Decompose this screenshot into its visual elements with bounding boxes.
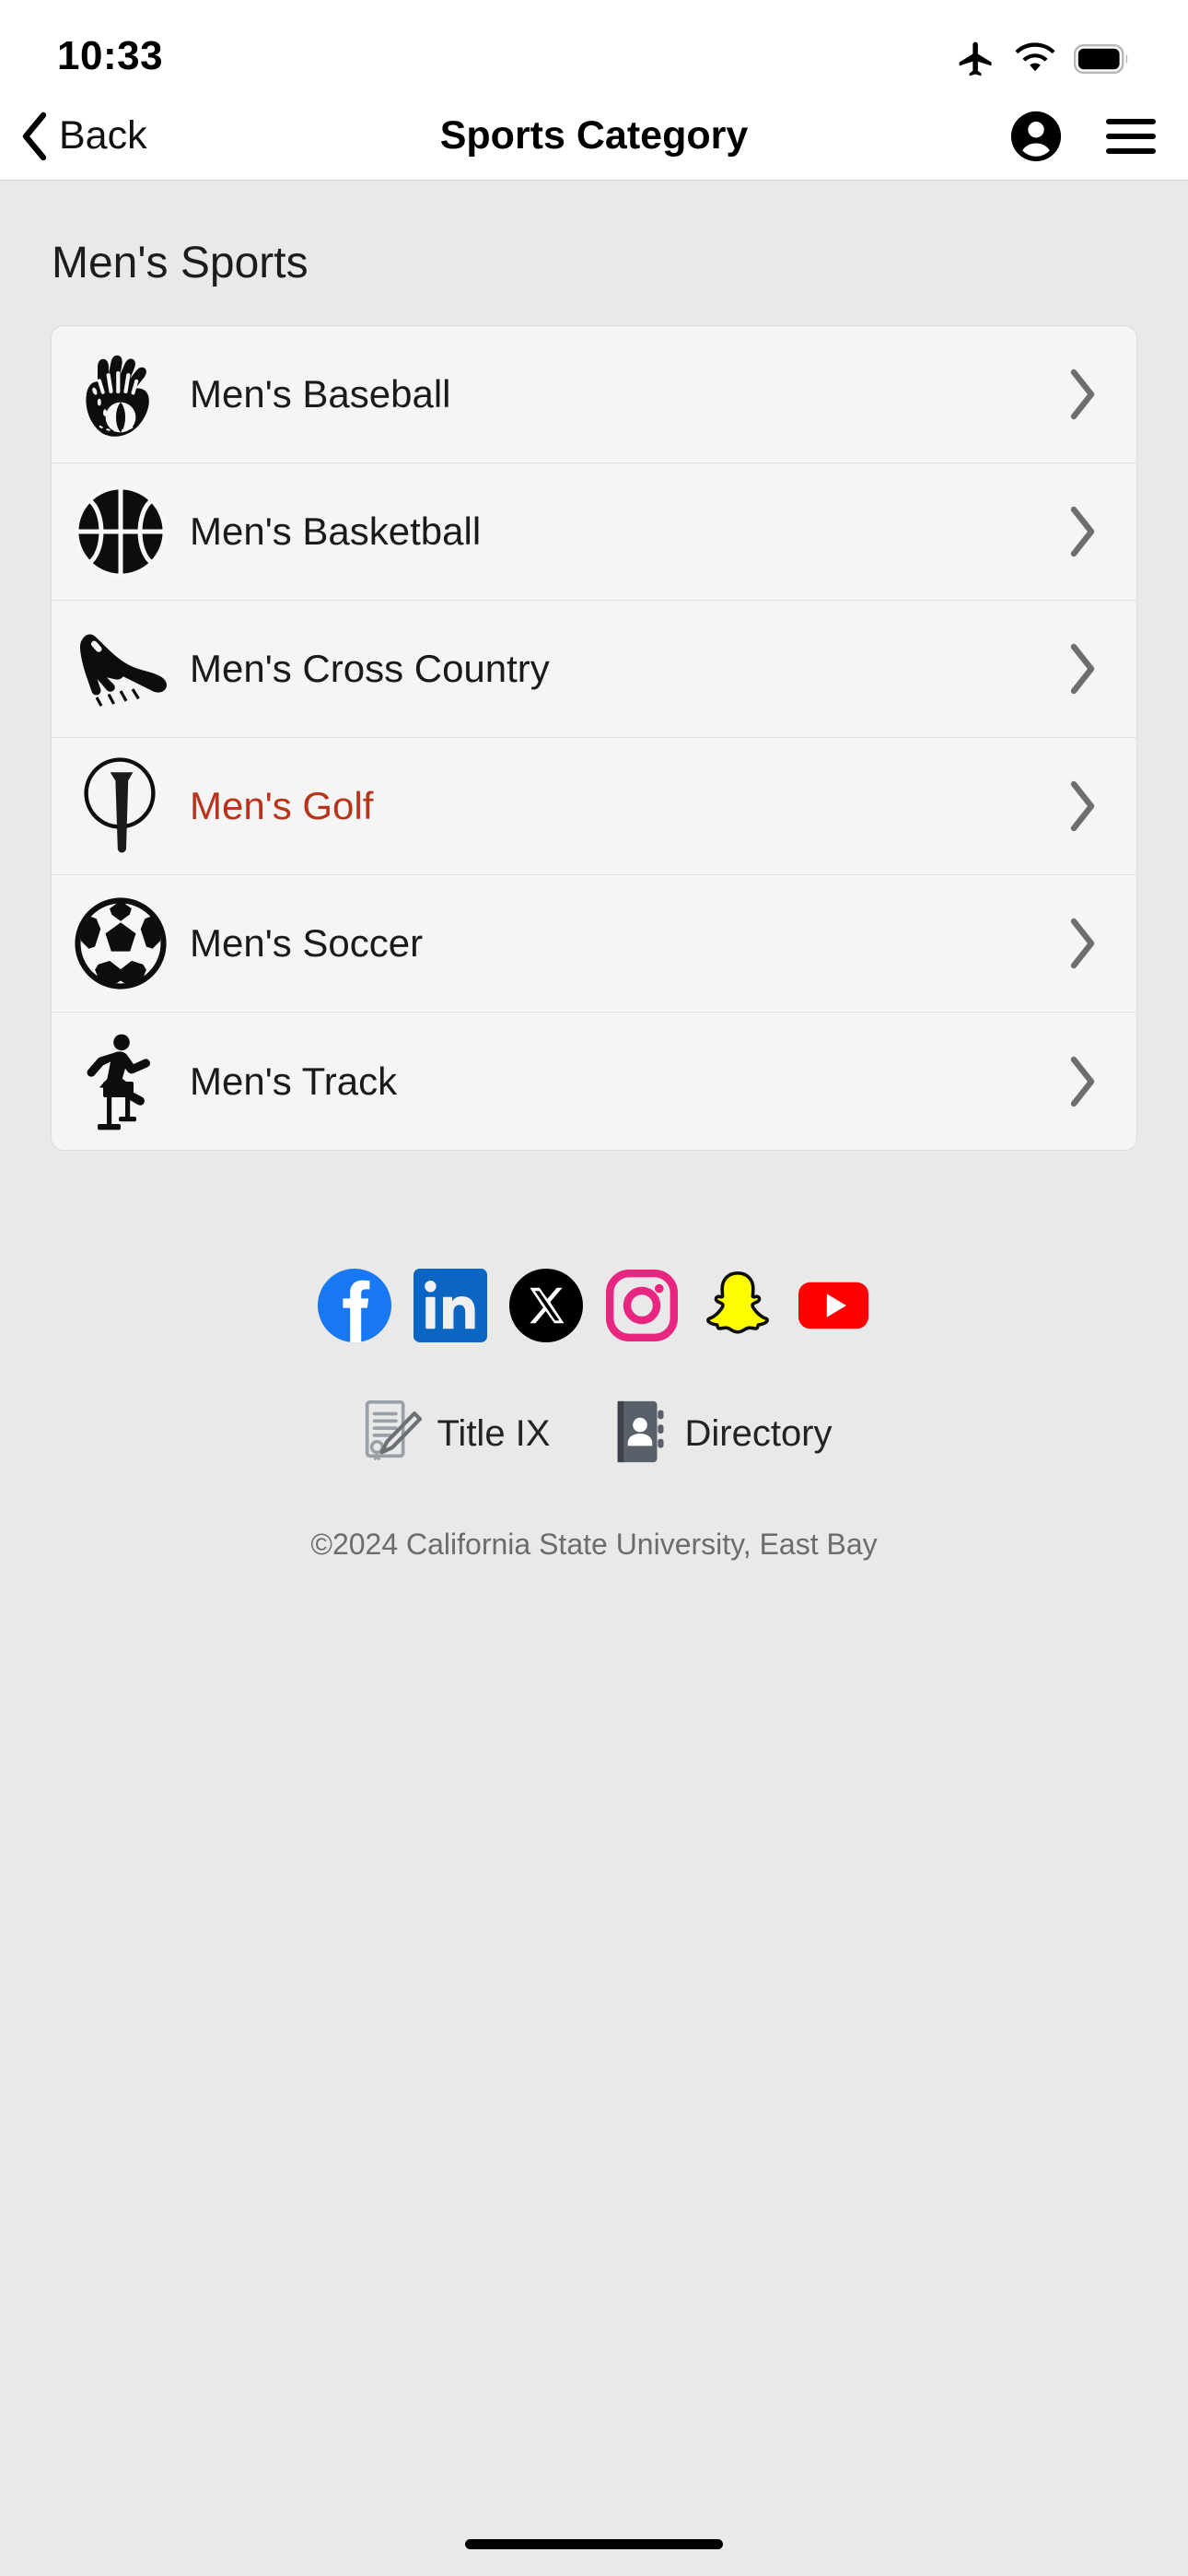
section-title: Men's Sports [52, 239, 309, 287]
facebook-icon[interactable] [318, 1269, 391, 1342]
airplane-mode-icon [956, 39, 996, 79]
list-item-cross-country[interactable]: Men's Cross Country [52, 601, 1136, 738]
list-item-track[interactable]: Men's Track [52, 1013, 1136, 1150]
footer-links: Title IX Directory [0, 1396, 1188, 1472]
title-ix-label: Title IX [437, 1413, 551, 1454]
chevron-right-icon[interactable] [1061, 642, 1103, 696]
copyright-text: ©2024 California State University, East … [310, 1528, 878, 1561]
directory-label: Directory [684, 1413, 833, 1454]
chevron-right-icon[interactable] [1061, 368, 1103, 421]
chevron-right-icon[interactable] [1061, 1055, 1103, 1108]
list-item-basketball[interactable]: Men's Basketball [52, 463, 1136, 601]
list-item-label: Men's Cross Country [190, 647, 550, 690]
list-item-label: Men's Golf [190, 784, 374, 827]
baseball-glove-icon [52, 346, 190, 442]
list-item-label: Men's Track [190, 1059, 398, 1103]
wifi-icon [1013, 41, 1057, 76]
list-item-golf[interactable]: Men's Golf [52, 738, 1136, 875]
social-links [0, 1269, 1188, 1342]
soccer-ball-icon [52, 897, 190, 989]
document-pen-icon [355, 1396, 427, 1472]
list-item-baseball[interactable]: Men's Baseball [52, 326, 1136, 463]
x-twitter-icon[interactable] [509, 1269, 583, 1342]
directory-link[interactable]: Directory [603, 1396, 833, 1472]
battery-icon [1074, 44, 1131, 74]
linkedin-icon[interactable] [413, 1269, 487, 1342]
chevron-right-icon[interactable] [1061, 505, 1103, 558]
sports-list-card: Men's Baseball Men's Basketball Men's Cr… [51, 325, 1137, 1151]
golf-ball-tee-icon [52, 756, 190, 856]
list-item-soccer[interactable]: Men's Soccer [52, 875, 1136, 1013]
back-button[interactable]: Back [20, 111, 147, 162]
home-indicator[interactable] [465, 2538, 723, 2549]
address-book-icon [603, 1396, 675, 1472]
list-item-label: Men's Baseball [190, 372, 451, 416]
track-hurdler-icon [52, 1031, 190, 1132]
hamburger-menu-icon[interactable] [1105, 116, 1157, 157]
status-indicators [956, 39, 1131, 79]
title-ix-link[interactable]: Title IX [355, 1396, 550, 1472]
home-indicator-area [0, 2512, 1188, 2576]
page-body: Men's Sports Men's Baseball Men's Basket… [0, 181, 1188, 2576]
footer: Title IX Directory ©2024 California Stat… [0, 1151, 1188, 1562]
youtube-icon[interactable] [797, 1269, 870, 1342]
basketball-icon [52, 486, 190, 578]
running-shoe-icon [52, 623, 190, 715]
back-button-label: Back [59, 113, 147, 158]
nav-actions [1009, 110, 1157, 163]
list-item-label: Men's Soccer [190, 921, 424, 965]
status-time: 10:33 [57, 33, 164, 78]
chevron-right-icon[interactable] [1061, 779, 1103, 833]
list-item-label: Men's Basketball [190, 509, 482, 553]
account-circle-icon[interactable] [1009, 110, 1063, 163]
chevron-left-icon [20, 111, 50, 162]
status-bar: 10:33 [0, 0, 1188, 92]
instagram-icon[interactable] [605, 1269, 679, 1342]
snapchat-icon[interactable] [701, 1269, 775, 1342]
chevron-right-icon[interactable] [1061, 917, 1103, 970]
nav-bar: Back Sports Category [0, 92, 1188, 181]
